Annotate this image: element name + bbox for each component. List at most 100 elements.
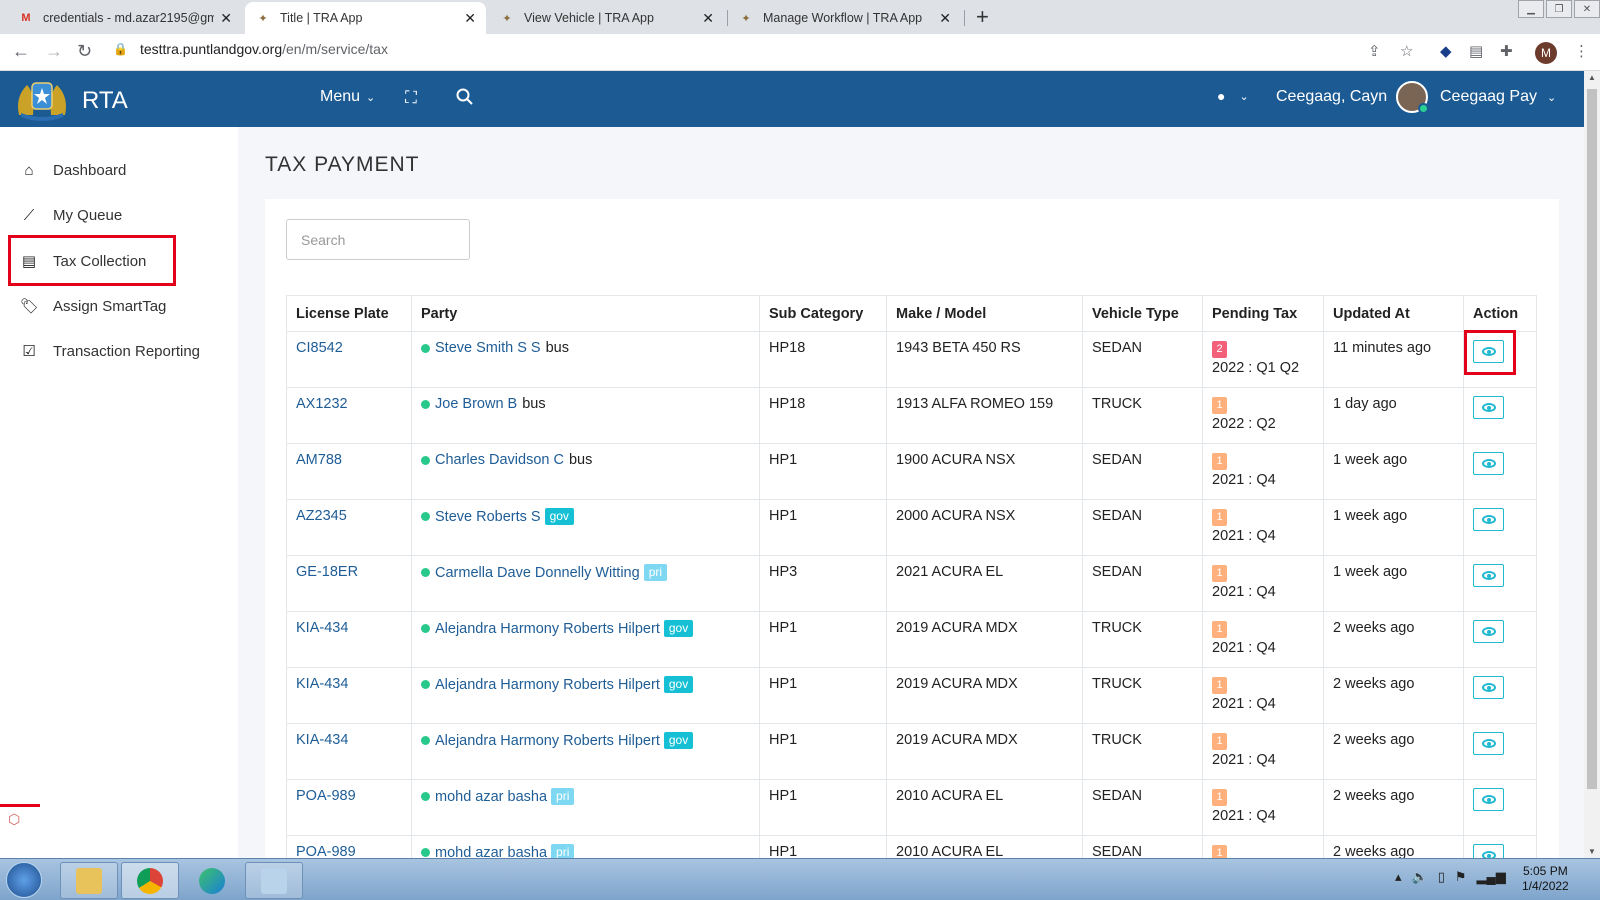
- fullscreen-icon[interactable]: ⛶: [405, 88, 417, 108]
- party-link[interactable]: Steve Roberts S: [435, 509, 541, 525]
- license-plate-link[interactable]: AZ2345: [286, 499, 412, 556]
- star-icon[interactable]: ☆: [1400, 42, 1413, 60]
- license-plate-link[interactable]: KIA-434: [286, 723, 412, 780]
- close-icon[interactable]: ✕: [220, 10, 232, 27]
- browser-tab-gmail[interactable]: M credentials - md.azar2195@gmai ✕: [8, 2, 242, 34]
- license-plate-link[interactable]: AM788: [286, 443, 412, 500]
- party-type: bus: [545, 340, 569, 356]
- minimize-icon[interactable]: ▁: [1518, 0, 1544, 18]
- column-header[interactable]: Make / Model: [886, 295, 1083, 332]
- view-button[interactable]: [1473, 732, 1504, 755]
- search-input[interactable]: [286, 219, 470, 260]
- sidebar-item-dashboard[interactable]: ⌂ Dashboard: [20, 162, 126, 179]
- share-icon[interactable]: ⇪: [1368, 42, 1381, 60]
- user-menu-dropdown[interactable]: ● ⌄: [1217, 88, 1249, 104]
- party-link[interactable]: Alejandra Harmony Roberts Hilpert: [435, 621, 660, 637]
- party-link[interactable]: Carmella Dave Donnelly Witting: [435, 565, 640, 581]
- sub-category-cell: HP18: [759, 331, 887, 388]
- view-button[interactable]: [1473, 676, 1504, 699]
- taskbar-app[interactable]: [245, 862, 303, 899]
- make-model-cell: 1943 BETA 450 RS: [886, 331, 1083, 388]
- taskbar-explorer[interactable]: [60, 862, 118, 899]
- close-icon[interactable]: ✕: [702, 10, 714, 27]
- restore-icon[interactable]: ❐: [1546, 0, 1572, 18]
- sidebar-item-my-queue[interactable]: ⟋ My Queue: [20, 207, 122, 224]
- view-button[interactable]: [1473, 508, 1504, 531]
- volume-icon[interactable]: 🔈: [1412, 869, 1428, 885]
- browser-tab-title[interactable]: ✦ Title | TRA App ✕: [245, 2, 486, 34]
- profile-avatar[interactable]: M: [1535, 42, 1557, 64]
- column-header[interactable]: Updated At: [1323, 295, 1464, 332]
- make-model-cell: 1913 ALFA ROMEO 159: [886, 387, 1083, 444]
- view-button[interactable]: [1473, 396, 1504, 419]
- scroll-down-icon[interactable]: ▼: [1588, 847, 1596, 856]
- close-window-icon[interactable]: ✕: [1574, 0, 1600, 18]
- party-link[interactable]: Charles Davidson C: [435, 452, 564, 468]
- signal-icon[interactable]: ▂▄▆: [1477, 869, 1506, 885]
- sub-category-cell: HP1: [759, 499, 887, 556]
- back-icon[interactable]: ←: [12, 41, 30, 62]
- party-link[interactable]: Joe Brown B: [435, 396, 517, 412]
- license-plate-link[interactable]: GE-18ER: [286, 555, 412, 612]
- user-icon: ●: [1217, 88, 1226, 104]
- extensions-icon[interactable]: ✚: [1500, 42, 1513, 60]
- view-button[interactable]: [1473, 788, 1504, 811]
- party-link[interactable]: Alejandra Harmony Roberts Hilpert: [435, 677, 660, 693]
- sidebar-item-transaction-reporting[interactable]: ☑ Transaction Reporting: [20, 342, 200, 361]
- sub-category-cell: HP18: [759, 387, 887, 444]
- license-plate-link[interactable]: POA-989: [286, 779, 412, 836]
- close-icon[interactable]: ✕: [464, 10, 476, 27]
- account-dropdown[interactable]: Ceegaag Pay ⌄: [1440, 88, 1556, 106]
- updated-at-cell: 11 minutes ago: [1323, 331, 1464, 388]
- reload-icon[interactable]: ↻: [77, 41, 92, 62]
- column-header[interactable]: Party: [411, 295, 760, 332]
- license-plate-link[interactable]: CI8542: [286, 331, 412, 388]
- taskbar-edge[interactable]: [183, 862, 241, 899]
- party-link[interactable]: Alejandra Harmony Roberts Hilpert: [435, 733, 660, 749]
- sidebar-item-assign-smarttag[interactable]: 🏷 Assign SmartTag: [20, 297, 166, 316]
- party-link[interactable]: mohd azar basha: [435, 789, 547, 805]
- page-scrollbar[interactable]: ▲ ▼: [1584, 71, 1600, 858]
- license-plate-link[interactable]: KIA-434: [286, 611, 412, 668]
- hamburger-icon[interactable]: [272, 88, 292, 97]
- column-header[interactable]: Sub Category: [759, 295, 887, 332]
- user-short-name[interactable]: Ceegaag, Cayn: [1276, 88, 1387, 106]
- pending-count-badge: 1: [1212, 453, 1227, 470]
- menu-dropdown[interactable]: Menu ⌄: [320, 88, 375, 106]
- sub-category-cell: HP1: [759, 611, 887, 668]
- password-manager-icon[interactable]: ◆: [1440, 42, 1452, 60]
- new-tab-button[interactable]: +: [976, 4, 989, 30]
- browser-tab-manage-workflow[interactable]: ✦ Manage Workflow | TRA App ✕: [728, 2, 961, 34]
- party-link[interactable]: Steve Smith S S: [435, 340, 541, 356]
- column-header[interactable]: Vehicle Type: [1082, 295, 1203, 332]
- party-cell: Steve Smith S Sbus: [411, 331, 760, 388]
- view-button[interactable]: [1473, 620, 1504, 643]
- tray-expand-icon[interactable]: ▴: [1395, 869, 1402, 885]
- view-button[interactable]: [1473, 564, 1504, 587]
- battery-icon[interactable]: ▯: [1438, 869, 1445, 885]
- view-button[interactable]: [1473, 452, 1504, 475]
- vehicle-type-cell: SEDAN: [1082, 779, 1203, 836]
- taskbar-clock[interactable]: 5:05 PM 1/4/2022: [1522, 864, 1569, 894]
- taskbar-chrome[interactable]: [121, 862, 179, 899]
- license-plate-link[interactable]: AX1232: [286, 387, 412, 444]
- laravel-debug-tab[interactable]: ⬡: [0, 804, 40, 840]
- forward-icon[interactable]: →: [45, 41, 63, 62]
- scroll-up-icon[interactable]: ▲: [1588, 73, 1596, 82]
- party-cell: mohd azar basha pri: [411, 779, 760, 836]
- avatar[interactable]: [1396, 81, 1429, 114]
- more-menu-icon[interactable]: ⋮: [1574, 42, 1589, 60]
- close-icon[interactable]: ✕: [939, 10, 951, 27]
- clipboard-icon[interactable]: ▤: [1469, 42, 1483, 60]
- browser-tabstrip: M credentials - md.azar2195@gmai ✕ ✦ Tit…: [0, 0, 1600, 34]
- column-header[interactable]: Pending Tax: [1202, 295, 1324, 332]
- column-header[interactable]: License Plate: [286, 295, 412, 332]
- search-icon[interactable]: [456, 88, 473, 105]
- scrollbar-thumb[interactable]: [1587, 89, 1597, 789]
- seal-icon: ✦: [502, 12, 512, 25]
- url-field[interactable]: 🔒 testtra.puntlandgov.org/en/m/service/t…: [113, 41, 388, 57]
- start-button[interactable]: [6, 862, 42, 898]
- browser-tab-view-vehicle[interactable]: ✦ View Vehicle | TRA App ✕: [489, 2, 724, 34]
- license-plate-link[interactable]: KIA-434: [286, 667, 412, 724]
- network-warning-icon[interactable]: ⚑: [1455, 869, 1467, 885]
